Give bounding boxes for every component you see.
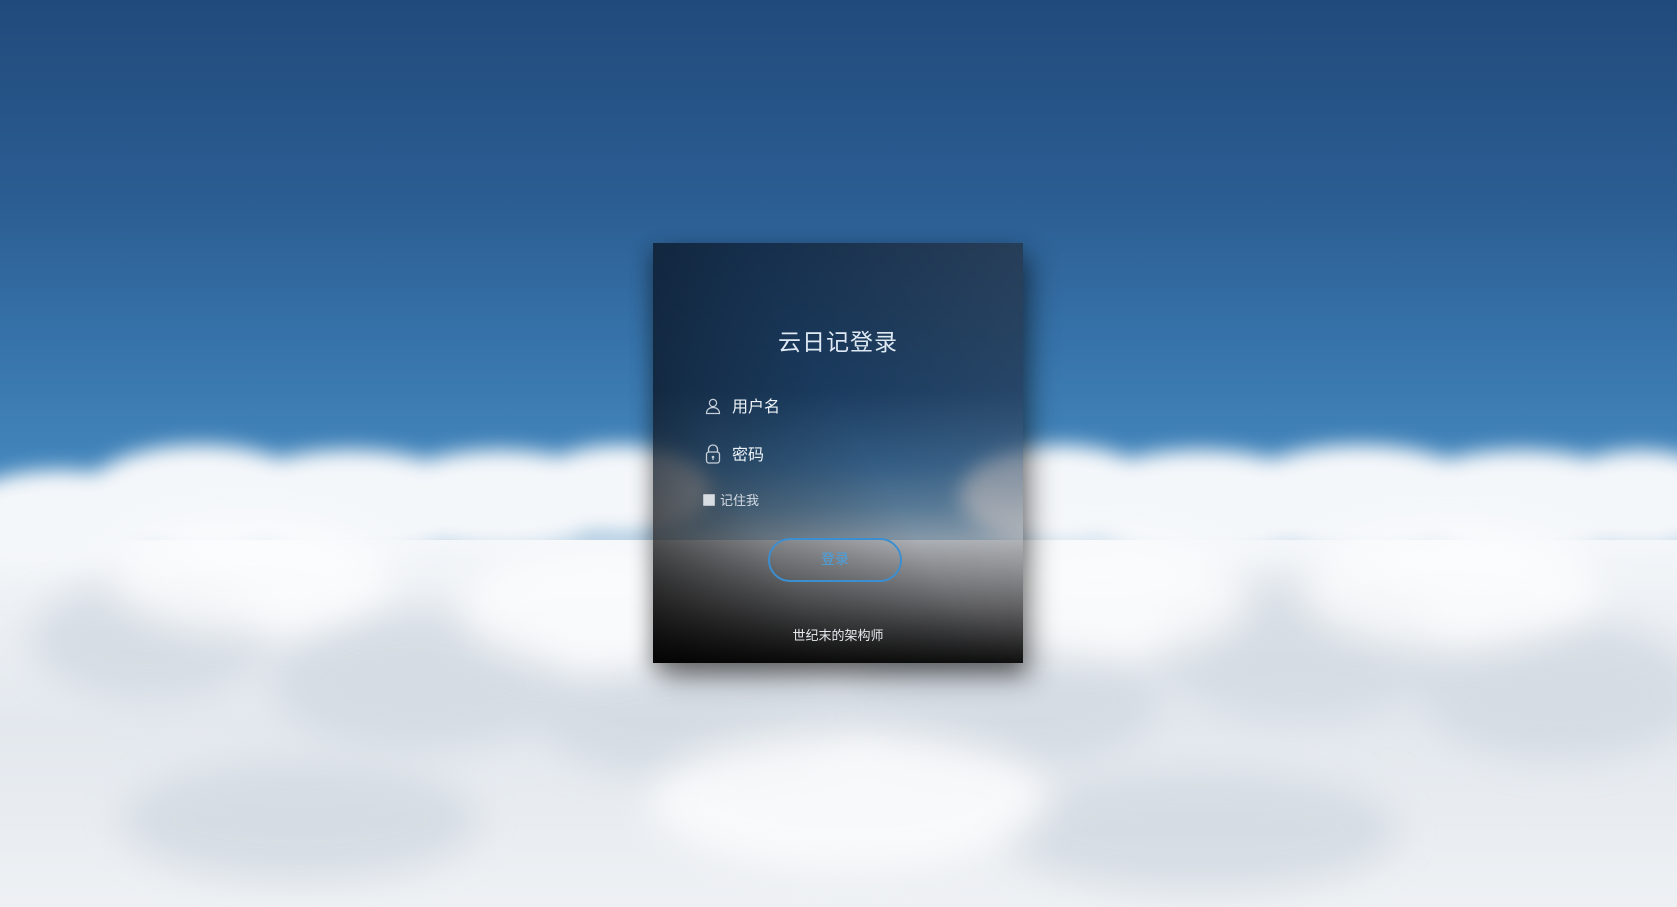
password-row	[702, 437, 972, 471]
lock-icon	[702, 443, 724, 465]
login-page: 云日记登录 记住我 登录 世纪末的架构师	[0, 0, 1677, 907]
user-icon	[702, 395, 724, 417]
login-title: 云日记登录	[778, 330, 898, 356]
login-button[interactable]: 登录	[768, 538, 902, 582]
footer-text: 世纪末的架构师	[792, 629, 884, 644]
username-input[interactable]	[732, 391, 972, 421]
remember-label: 记住我	[720, 494, 760, 509]
remember-me[interactable]: 记住我	[703, 490, 759, 509]
username-row	[702, 389, 972, 423]
password-input[interactable]	[732, 439, 972, 469]
remember-checkbox[interactable]	[703, 493, 715, 506]
